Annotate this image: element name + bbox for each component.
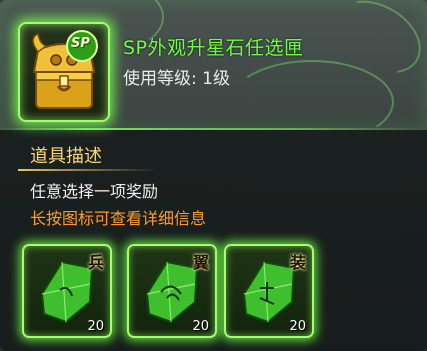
reward-count: 20 (87, 319, 104, 334)
reward-char: 兵 (87, 253, 104, 272)
sp-badge-label: SP (71, 36, 90, 51)
decor-swirl (230, 60, 394, 144)
item-level: 使用等级: 1级 (123, 69, 230, 89)
hint-text: 长按图标可查看详细信息 (30, 209, 207, 228)
reward-count: 20 (192, 319, 209, 334)
reward-slot-3[interactable]: 装 20 (224, 244, 314, 338)
reward-slot-2[interactable]: 翼 20 (127, 244, 217, 338)
reward-char: 装 (289, 253, 306, 272)
item-tooltip: SP SP外观升星石任选匣 使用等级: 1级 道具描述 任意选择一项奖励 长按图… (0, 0, 427, 351)
section-divider (18, 169, 158, 171)
reward-slot-1[interactable]: 兵 20 (22, 244, 112, 338)
section-title: 道具描述 (30, 146, 102, 167)
description-text: 任意选择一项奖励 (30, 182, 159, 201)
reward-char: 翼 (192, 253, 209, 272)
treasure-chest-sp-icon[interactable]: SP (18, 22, 110, 122)
item-name: SP外观升星石任选匣 (123, 37, 304, 59)
reward-count: 20 (289, 319, 306, 334)
